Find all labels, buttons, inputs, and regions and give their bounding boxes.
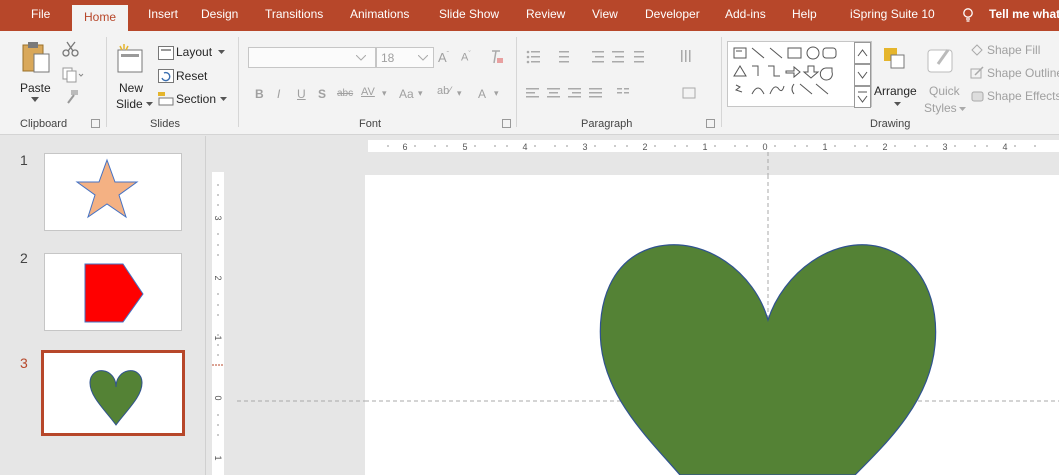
slide-canvas-drawing <box>365 175 1059 475</box>
slide-canvas[interactable] <box>365 175 1059 475</box>
heart-shape[interactable] <box>599 244 937 475</box>
